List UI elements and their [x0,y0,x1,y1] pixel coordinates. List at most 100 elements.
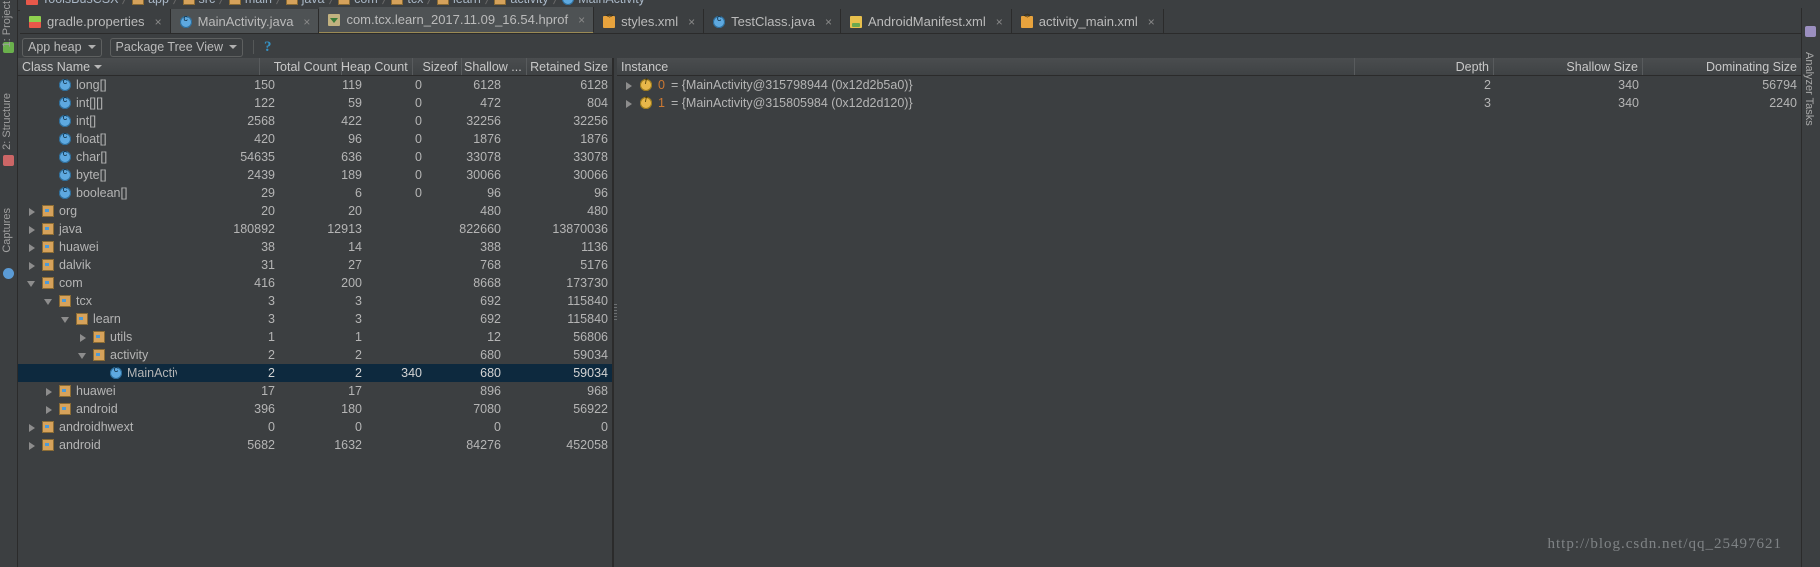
column-header-heap-count[interactable]: Heap Count [342,58,413,75]
table-row[interactable]: androidhwext 0 0 0 0 [18,418,612,436]
column-header-retained-size[interactable]: Retained Size [527,58,612,75]
cell-retained-size: 804 [587,96,608,110]
class-name-label: android [76,402,118,416]
table-row[interactable]: int[][] 122 59 0 472 804 [18,94,612,112]
chevron-right-icon[interactable] [26,242,37,253]
class-name-label: learn [93,312,121,326]
column-header-depth[interactable]: Depth [1355,58,1494,75]
table-row[interactable]: 1 = {MainActivity@315805984 (0x12d2d120)}… [617,94,1801,112]
chevron-down-icon[interactable] [60,314,71,325]
chevron-right-icon[interactable] [26,206,37,217]
breadcrumb-item-toolsbuscsx[interactable]: ToolsBusCSX [26,0,118,6]
chevron-right-icon[interactable] [623,80,634,91]
close-icon[interactable]: × [996,15,1003,29]
column-header-dominating-size[interactable]: Dominating Size [1643,58,1801,75]
view-select[interactable]: Package Tree View [109,37,244,57]
chevron-down-icon[interactable] [26,278,37,289]
chevron-right-icon[interactable] [623,98,634,109]
table-row[interactable]: learn 3 3 692 115840 [18,310,612,328]
table-row[interactable]: android 396 180 7080 56922 [18,400,612,418]
table-row[interactable]: android 5682 1632 84276 452058 [18,436,612,454]
class-name-label: dalvik [59,258,91,272]
cell-total-count: 3 [268,312,275,326]
sidebar-tab-analyzer-tasks[interactable]: Analyzer Tasks [1803,52,1815,126]
table-row[interactable]: org 20 20 480 480 [18,202,612,220]
chevron-right-icon[interactable] [26,422,37,433]
chevron-right-icon[interactable] [26,440,37,451]
split-handle[interactable] [613,58,617,567]
editor-tab-com-tcx-learn-2017-11-09-16-54-hprof[interactable]: com.tcx.learn_2017.11.09_16.54.hprof × [319,7,595,34]
class-name-label: tcx [76,294,92,308]
chevron-right-icon[interactable] [77,332,88,343]
table-row[interactable]: com 416 200 8668 173730 [18,274,612,292]
editor-tab-androidmanifest-xml[interactable]: AndroidManifest.xml × [841,9,1012,34]
class-name-cell: android [18,402,177,416]
chevron-right-icon[interactable] [43,404,54,415]
breadcrumb-item-java[interactable]: java [285,0,325,6]
folder-icon [42,223,54,235]
sidebar-tab-captures[interactable]: Captures [0,205,15,256]
editor-tab-mainactivity-java[interactable]: MainActivity.java × [170,9,320,34]
close-icon[interactable]: × [303,15,310,29]
editor-tab-activity-main-xml[interactable]: activity_main.xml × [1011,9,1164,34]
sidebar-tab-structure[interactable]: 2: Structure [0,90,15,153]
editor-tab-styles-xml[interactable]: styles.xml × [594,9,705,34]
cell-heap-count: 3 [355,312,362,326]
editor-tab-testclass-java[interactable]: TestClass.java × [704,9,841,34]
table-row[interactable]: long[] 150 119 0 6128 6128 [18,76,612,94]
table-row[interactable]: tcx 3 3 692 115840 [18,292,612,310]
table-row[interactable]: boolean[] 29 6 0 96 96 [18,184,612,202]
column-header-label: Retained Size [530,59,608,74]
main-split: Class Name Total Count Heap Count Sizeof Sha… [18,58,1801,567]
column-header-shallow-[interactable]: Shallow ... [462,58,527,75]
left-tool-strip: 1: Project 2: Structure Captures [0,0,18,567]
breadcrumb-item-learn[interactable]: learn [436,0,481,6]
close-icon[interactable]: × [688,15,695,29]
sidebar-tab-project[interactable]: 1: Project [0,0,15,50]
cell-heap-count: 1 [355,330,362,344]
column-header-total-count[interactable]: Total Count [260,58,343,75]
table-row[interactable]: char[] 54635 636 0 33078 33078 [18,148,612,166]
table-row[interactable]: dalvik 31 27 768 5176 [18,256,612,274]
close-icon[interactable]: × [1148,15,1155,29]
cell-shallow-: 7080 [473,402,501,416]
close-icon[interactable]: × [825,15,832,29]
column-header-class-name[interactable]: Class Name [18,58,260,75]
table-row[interactable]: float[] 420 96 0 1876 1876 [18,130,612,148]
close-icon[interactable]: × [578,13,585,27]
breadcrumb-item-activity[interactable]: activity [494,0,549,6]
column-header-sizeof[interactable]: Sizeof [413,58,463,75]
table-row[interactable]: int[] 2568 422 0 32256 32256 [18,112,612,130]
table-row[interactable]: 0 = {MainActivity@315798944 (0x12d2b5a0)}… [617,76,1801,94]
breadcrumb-item-app[interactable]: app [132,0,169,6]
instance-cell: 1 = {MainActivity@315805984 (0x12d2d120)} [617,96,1357,110]
table-row[interactable]: java 180892 12913 822660 13870036 [18,220,612,238]
chevron-down-icon[interactable] [43,296,54,307]
table-row[interactable]: byte[] 2439 189 0 30066 30066 [18,166,612,184]
chevron-right-icon[interactable] [26,260,37,271]
close-icon[interactable]: × [155,15,162,29]
breadcrumb-item-src[interactable]: src [182,0,215,6]
cell-heap-count: 1632 [334,438,362,452]
breadcrumb-item-com[interactable]: com [338,0,378,6]
chevron-right-icon[interactable] [26,224,37,235]
cell-sizeof: 0 [415,150,422,164]
class-name-label: com [59,276,83,290]
breadcrumb-item-mainactivity[interactable]: MainActivity [562,0,645,6]
column-header-instance[interactable]: Instance [617,58,1355,75]
chevron-down-icon[interactable] [77,350,88,361]
breadcrumb-item-tcx[interactable]: tcx [391,0,423,6]
table-row[interactable]: huawei 17 17 896 968 [18,382,612,400]
breadcrumb-separator: / [381,0,388,7]
chevron-right-icon[interactable] [43,386,54,397]
table-row[interactable]: MainActivity(com.tcx.learn.activity) 2 2 34… [18,364,612,382]
structure-icon [3,155,14,166]
table-row[interactable]: activity 2 2 680 59034 [18,346,612,364]
table-row[interactable]: huawei 38 14 388 1136 [18,238,612,256]
breadcrumb-item-main[interactable]: main [228,0,272,6]
column-header-shallow-size[interactable]: Shallow Size [1494,58,1643,75]
table-row[interactable]: utils 1 1 12 56806 [18,328,612,346]
help-icon[interactable]: ? [264,39,272,56]
heap-select[interactable]: App heap [22,37,102,57]
editor-tab-gradle-properties[interactable]: gradle.properties × [20,9,171,34]
